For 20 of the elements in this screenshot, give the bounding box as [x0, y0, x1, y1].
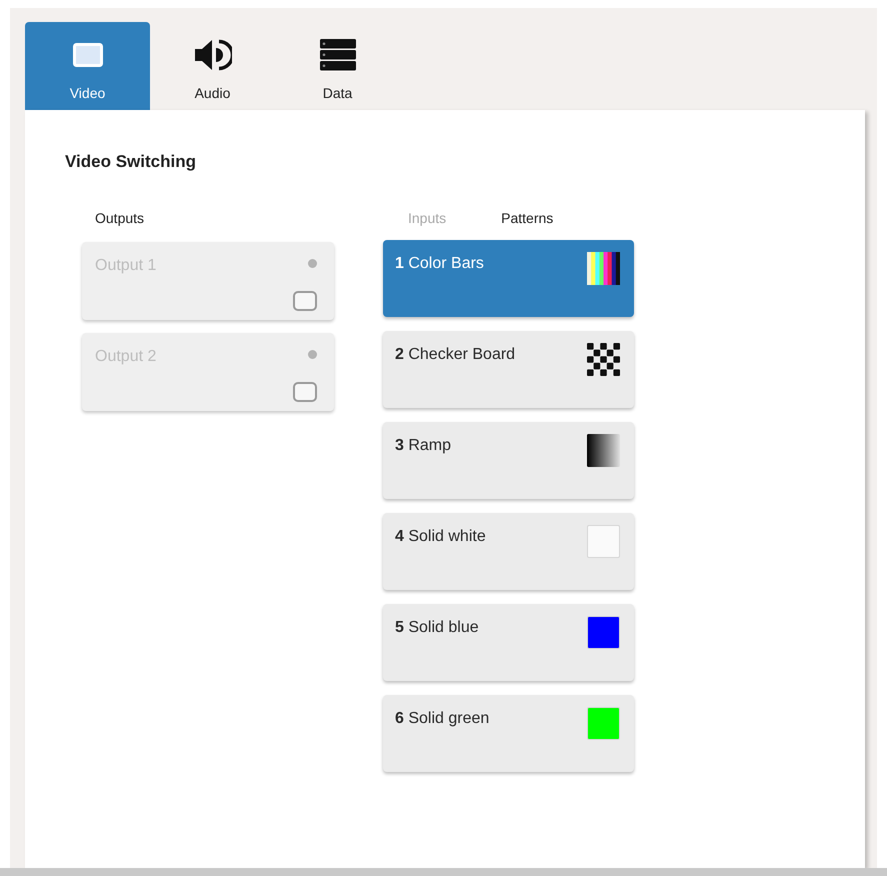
- nav-tab[interactable]: Data: [275, 22, 400, 110]
- checkerboard-icon: [587, 343, 620, 376]
- pattern-button[interactable]: 2 Checker Board: [383, 331, 634, 408]
- section-title: Video Switching: [65, 152, 196, 172]
- pattern-button[interactable]: 1 Color Bars: [383, 240, 634, 317]
- source-tab[interactable]: Patterns: [501, 208, 554, 228]
- nav-tab[interactable]: Video: [25, 22, 150, 110]
- status-dot-icon: [308, 259, 317, 268]
- monitor-icon: [72, 43, 102, 67]
- speaker-icon: [194, 37, 232, 73]
- pattern-button[interactable]: 6 Solid green: [383, 695, 634, 772]
- color-bars-icon: [587, 252, 620, 285]
- status-dot-icon: [308, 350, 317, 359]
- pattern-button[interactable]: 3 Ramp: [383, 422, 634, 499]
- column-heading: Outputs: [95, 209, 144, 228]
- gradient-icon: [587, 434, 620, 467]
- nav-tab[interactable]: Audio: [150, 22, 275, 110]
- pattern-button[interactable]: 4 Solid white: [383, 513, 634, 590]
- server-icon: [320, 39, 356, 71]
- pattern-button[interactable]: 5 Solid blue: [383, 604, 634, 681]
